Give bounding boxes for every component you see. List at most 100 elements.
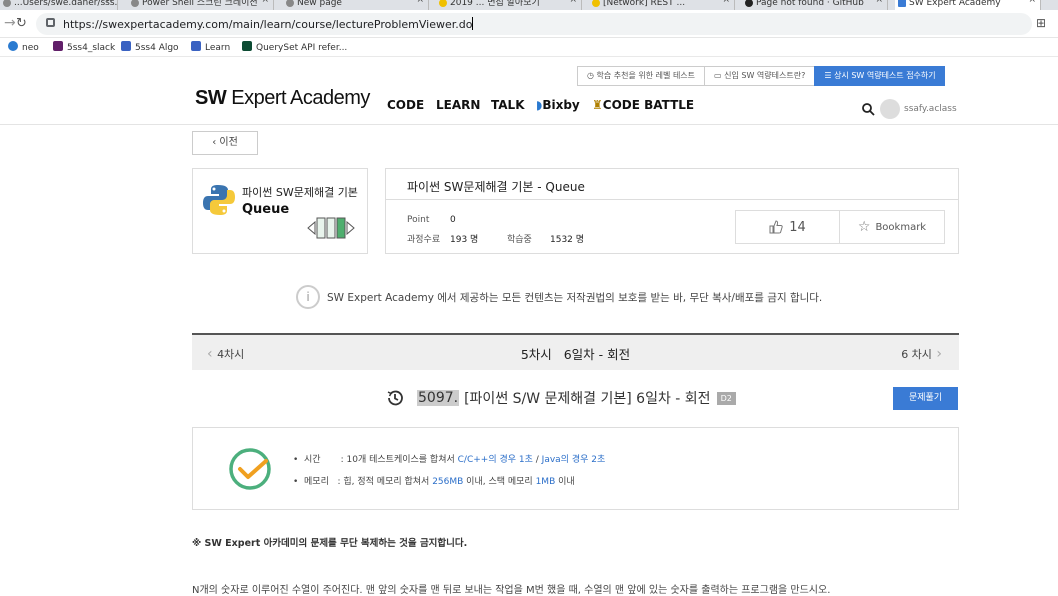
tab-label: New page bbox=[297, 0, 342, 8]
site-logo[interactable]: SW Expert Academy bbox=[195, 87, 370, 110]
address-bar[interactable]: https://swexpertacademy.com/main/learn/c… bbox=[36, 13, 1032, 35]
course-subtitle: Queue bbox=[242, 202, 290, 217]
time-text: : 10개 테스트케이스를 합쳐서 bbox=[340, 455, 458, 465]
like-button[interactable]: 14 bbox=[736, 211, 840, 243]
address-bar-row: → ↻ https://swexpertacademy.com/main/lea… bbox=[0, 10, 1058, 38]
browser-tab-active[interactable]: SW Expert Academy × bbox=[895, 0, 1041, 10]
tab-label: Page not found · GitHub bbox=[756, 0, 864, 8]
browser-tab[interactable]: Page not found · GitHub × bbox=[742, 0, 888, 10]
learning-value: 1532 명 bbox=[550, 235, 585, 245]
nav-talk[interactable]: TALK bbox=[491, 98, 525, 112]
like-count: 14 bbox=[789, 219, 806, 235]
browser-tab[interactable]: [Network] REST ... × bbox=[589, 0, 735, 10]
browser-tab[interactable]: ...Users/swe.daner/sss... × bbox=[0, 0, 118, 10]
time-limit: • 시간 : 10개 테스트케이스를 합쳐서 C/C++의 경우 1초 / Ja… bbox=[293, 455, 606, 465]
sw-test-info-button[interactable]: ▭ 신입 SW 역량테스트란? bbox=[704, 66, 815, 86]
util-label: 신입 SW 역량테스트란? bbox=[724, 71, 806, 80]
nav-learn[interactable]: LEARN bbox=[436, 98, 480, 112]
extension-icon[interactable]: ⊞ bbox=[1036, 16, 1046, 30]
browser-tab-bar: ...Users/swe.daner/sss... × Power Shell 스… bbox=[0, 0, 1058, 10]
complete-value: 193 명 bbox=[450, 235, 479, 245]
history-icon bbox=[387, 390, 403, 406]
tab-label: SW Expert Academy bbox=[909, 0, 1001, 8]
url-text[interactable]: https://swexpertacademy.com/main/learn/c… bbox=[63, 17, 474, 31]
tab-label: 2019 ... 면접 알아보기 bbox=[450, 0, 540, 8]
username[interactable]: ssafy.aclass bbox=[904, 104, 957, 114]
header-divider bbox=[0, 124, 1058, 125]
close-icon[interactable]: × bbox=[722, 0, 730, 5]
problem-number: 5097. bbox=[417, 390, 460, 406]
bookmark-label: 5ss4 Algo bbox=[135, 43, 179, 53]
next-step-link[interactable]: 6 차시 › bbox=[901, 346, 942, 362]
learning-label: 학습중 bbox=[507, 235, 532, 245]
bookmark-slack[interactable]: 5ss4_slack bbox=[53, 41, 115, 53]
close-icon[interactable]: × bbox=[1028, 0, 1036, 5]
close-icon[interactable]: × bbox=[416, 0, 424, 5]
nav-code[interactable]: CODE bbox=[387, 98, 424, 112]
bookmark-queryset[interactable]: QuerySet API refer... bbox=[242, 41, 347, 53]
bookmark-label: 5ss4_slack bbox=[67, 43, 116, 53]
apply-test-button[interactable]: ☰ 상시 SW 역량테스트 접수하기 bbox=[814, 66, 945, 86]
star-icon: ☆ bbox=[857, 219, 871, 235]
notice-text: SW Expert Academy 에서 제공하는 모든 컨텐츠는 저작권법의 … bbox=[327, 291, 823, 304]
level-test-button[interactable]: ◷ 학습 추천을 위한 레벨 테스트 bbox=[577, 66, 705, 86]
copyright-notice: i SW Expert Academy 에서 제공하는 모든 컨텐츠는 저작권법… bbox=[296, 285, 822, 309]
tab-favicon-icon bbox=[439, 0, 447, 7]
time-label: 시간 bbox=[304, 455, 321, 465]
bookmark-icon bbox=[191, 41, 201, 51]
slack-icon bbox=[53, 41, 63, 51]
util-label: 상시 SW 역량테스트 접수하기 bbox=[834, 71, 936, 80]
step-navigation: ‹ 4차시 5차시 6일차 - 회전 6 차시 › bbox=[192, 333, 959, 370]
bookmark-label: Bookmark bbox=[875, 221, 927, 233]
bookmark-button[interactable]: ☆ Bookmark bbox=[840, 211, 944, 243]
time-java: Java의 경우 2초 bbox=[541, 455, 606, 465]
chevron-right-icon: › bbox=[931, 346, 942, 362]
point-label: Point bbox=[407, 215, 430, 225]
memory-label: 메모리 bbox=[304, 477, 329, 487]
user-area: ssafy.aclass bbox=[862, 99, 957, 119]
limits-box: • 시간 : 10개 테스트케이스를 합쳐서 C/C++의 경우 1초 / Ja… bbox=[192, 427, 959, 510]
time-c: C/C++의 경우 1초 bbox=[457, 455, 533, 465]
browser-tab[interactable]: Power Shell 스크린 크레이션 × bbox=[128, 0, 274, 10]
tab-label: [Network] REST ... bbox=[603, 0, 686, 8]
reaction-box: 14 ☆ Bookmark bbox=[735, 210, 945, 244]
course-card[interactable]: 파이썬 SW문제해결 기본 Queue bbox=[192, 168, 368, 254]
avatar[interactable] bbox=[880, 99, 900, 119]
problem-title: 5097. [파이썬 S/W 문제해결 기본] 6일차 - 회전 D2 bbox=[386, 388, 736, 408]
prev-label: 이전 bbox=[219, 137, 238, 148]
browser-tab[interactable]: 2019 ... 면접 알아보기 × bbox=[436, 0, 582, 10]
close-icon[interactable]: × bbox=[569, 0, 577, 5]
difficulty-badge: D2 bbox=[716, 391, 736, 405]
course-title: 파이썬 SW문제해결 기본 bbox=[242, 186, 358, 199]
search-icon[interactable] bbox=[862, 102, 875, 116]
bookmark-algo[interactable]: 5ss4 Algo bbox=[121, 41, 179, 53]
back-arrow-icon[interactable]: → bbox=[4, 15, 16, 31]
bookmark-learn[interactable]: Learn bbox=[191, 41, 230, 53]
info-icon: i bbox=[296, 285, 320, 309]
tab-favicon-icon bbox=[3, 0, 11, 7]
queue-illustration-icon bbox=[307, 217, 355, 239]
bookmark-label: neo bbox=[22, 43, 39, 53]
close-icon[interactable]: × bbox=[105, 0, 113, 5]
nav-code-battle[interactable]: ♜CODE BATTLE bbox=[592, 98, 694, 112]
nav-bixby[interactable]: ◗Bixby bbox=[536, 98, 580, 112]
bookmark-neo[interactable]: neo bbox=[8, 41, 39, 53]
solve-button[interactable]: 문제풀기 bbox=[893, 387, 958, 410]
prev-button[interactable]: ‹ 이전 bbox=[192, 131, 258, 155]
close-icon[interactable]: × bbox=[261, 0, 269, 5]
close-icon[interactable]: × bbox=[875, 0, 883, 5]
point-value: 0 bbox=[450, 215, 456, 225]
tab-favicon-icon bbox=[745, 0, 753, 7]
text-caret bbox=[472, 17, 474, 30]
reload-icon[interactable]: ↻ bbox=[16, 16, 27, 31]
course-info-box: 파이썬 SW문제해결 기본 - Queue Point 0 과정수료 193 명… bbox=[385, 168, 959, 254]
tab-favicon-icon bbox=[592, 0, 600, 7]
bookmark-label: Learn bbox=[205, 43, 231, 53]
memory-heap: 256MB bbox=[432, 477, 464, 487]
browser-tab[interactable]: New page × bbox=[283, 0, 429, 10]
tab-favicon-icon bbox=[898, 0, 906, 7]
tab-label: ...Users/swe.daner/sss... bbox=[14, 0, 118, 8]
util-label: 학습 추천을 위한 레벨 테스트 bbox=[596, 71, 696, 80]
url-value: https://swexpertacademy.com/main/learn/c… bbox=[63, 18, 473, 31]
problem-name: [파이썬 S/W 문제해결 기본] 6일차 - 회전 bbox=[464, 391, 711, 407]
